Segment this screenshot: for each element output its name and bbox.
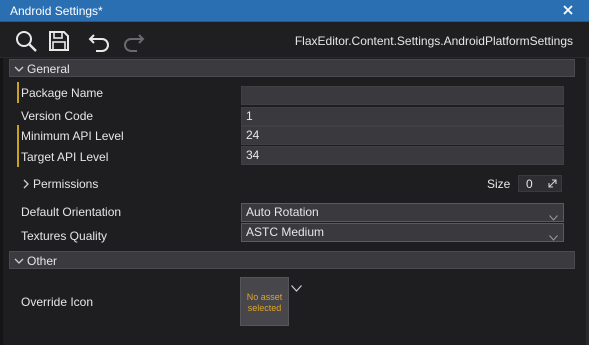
save-icon[interactable]: [48, 29, 74, 53]
version-code-input[interactable]: 1: [241, 107, 564, 126]
default-orientation-dropdown[interactable]: Auto Rotation: [241, 203, 564, 222]
chevron-down-icon: [14, 63, 24, 73]
redo-icon[interactable]: [121, 29, 147, 53]
toolbar: FlaxEditor.Content.Settings.AndroidPlatf…: [0, 22, 589, 58]
modified-marker: [17, 125, 19, 146]
search-icon[interactable]: [14, 29, 40, 53]
textures-quality-dropdown[interactable]: ASTC Medium: [241, 223, 564, 242]
override-icon-asset-picker[interactable]: No asset selected: [240, 277, 289, 326]
asset-type-path: FlaxEditor.Content.Settings.AndroidPlatf…: [294, 34, 573, 48]
label-package-name: Package Name: [21, 86, 104, 100]
label-version-code: Version Code: [21, 109, 94, 123]
permissions-size-input[interactable]: 0: [518, 175, 562, 192]
undo-icon[interactable]: [88, 29, 114, 53]
chevron-down-icon[interactable]: [291, 281, 302, 292]
label-permissions-size: Size: [487, 177, 511, 191]
window-title: Android Settings*: [10, 4, 103, 18]
group-header-general[interactable]: General: [9, 59, 575, 77]
permissions-size-value: 0: [526, 177, 533, 191]
resize-icon[interactable]: [547, 178, 558, 189]
chevron-down-icon: [549, 229, 558, 241]
label-textures-quality: Textures Quality: [21, 229, 108, 243]
chevron-down-icon: [14, 255, 24, 265]
chevron-down-icon: [549, 209, 558, 221]
group-header-other[interactable]: Other: [9, 251, 575, 269]
no-asset-text: No asset selected: [246, 292, 283, 313]
label-default-orientation: Default Orientation: [21, 205, 122, 219]
modified-marker: [17, 146, 19, 167]
label-minimum-api-level: Minimum API Level: [21, 129, 124, 143]
modified-marker: [17, 82, 19, 103]
label-override-icon: Override Icon: [21, 295, 94, 309]
title-bar[interactable]: Android Settings*: [0, 0, 589, 22]
close-icon[interactable]: [561, 3, 575, 17]
window-left-edge: [0, 58, 3, 345]
label-permissions[interactable]: Permissions: [33, 177, 98, 191]
label-target-api-level: Target API Level: [21, 150, 109, 164]
target-api-level-input[interactable]: 34: [241, 146, 564, 165]
minimum-api-level-input[interactable]: 24: [241, 126, 564, 145]
package-name-input[interactable]: [241, 86, 564, 105]
group-label-other: Other: [27, 254, 58, 268]
group-label-general: General: [27, 62, 70, 76]
textures-quality-value: ASTC Medium: [246, 225, 325, 239]
chevron-right-icon[interactable]: [22, 178, 30, 189]
default-orientation-value: Auto Rotation: [246, 205, 319, 219]
